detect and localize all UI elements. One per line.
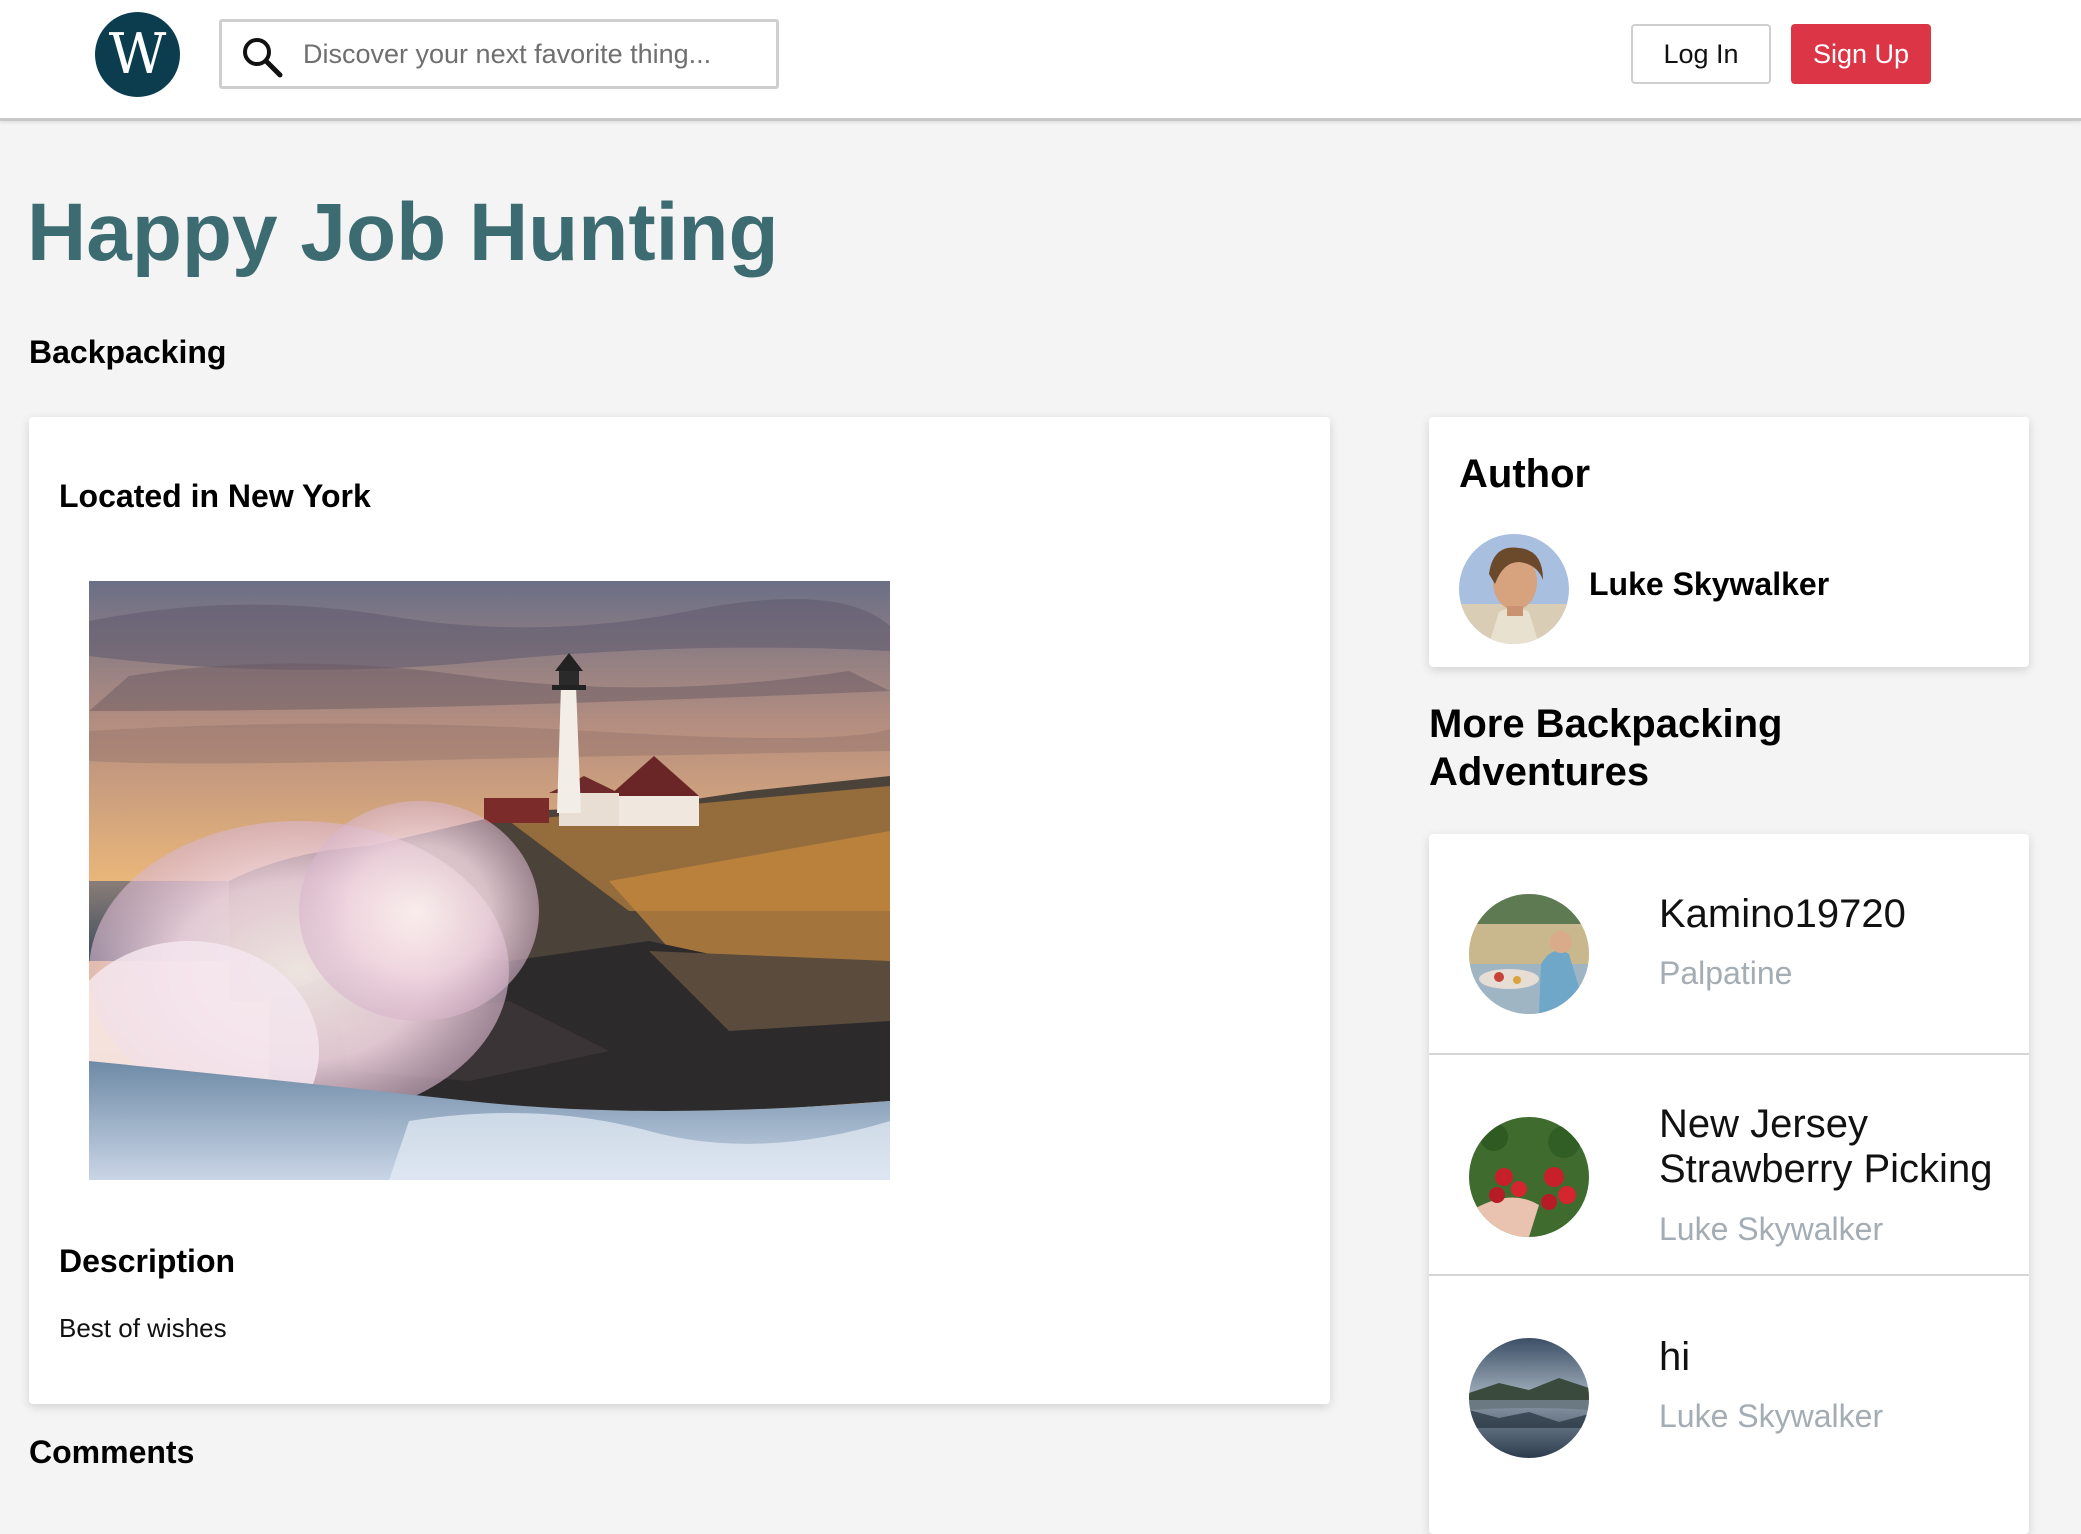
login-button[interactable]: Log In [1631, 24, 1771, 84]
adventure-item[interactable]: Kamino19720 Palpatine [1429, 834, 2029, 1055]
adventure-list: Kamino19720 Palpatine New Jersey Strawbe… [1429, 834, 2029, 1534]
author-name[interactable]: Luke Skywalker [1589, 566, 1829, 602]
signup-button[interactable]: Sign Up [1791, 24, 1931, 84]
adventure-author: Palpatine [1659, 955, 1793, 991]
description-text: Best of wishes [59, 1313, 227, 1343]
adventure-thumbnail [1469, 1338, 1589, 1458]
logo-letter: W [108, 21, 167, 87]
adventure-item[interactable]: New Jersey Strawberry Picking Luke Skywa… [1429, 1055, 2029, 1276]
adventure-title: Kamino19720 [1659, 892, 1906, 936]
author-card: Author Luke Skywalker [1429, 417, 2029, 667]
adventure-author: Luke Skywalker [1659, 1211, 1884, 1247]
avatar-icon [1459, 534, 1569, 644]
adventure-title: hi [1659, 1335, 1691, 1379]
search-bar[interactable] [219, 19, 779, 89]
post-card: Located in New York Description Best of … [29, 417, 1330, 1404]
description-heading: Description [59, 1243, 236, 1279]
picnic-photo-icon [1469, 894, 1589, 1014]
adventure-title: New Jersey Strawberry Picking [1659, 1102, 1993, 1191]
lake-photo-icon [1469, 1338, 1589, 1458]
author-avatar[interactable] [1459, 534, 1569, 644]
comments-heading: Comments [29, 1434, 195, 1470]
location-label: Located in New York [59, 478, 371, 514]
post-image [89, 581, 890, 1180]
lighthouse-photo-icon [89, 581, 890, 1180]
adventure-item[interactable]: hi Luke Skywalker [1429, 1276, 2029, 1497]
adventure-thumbnail [1469, 1117, 1589, 1237]
top-navbar: W Log In Sign Up [0, 0, 2081, 121]
adventure-thumbnail [1469, 894, 1589, 1014]
strawberries-photo-icon [1469, 1117, 1589, 1237]
search-icon [243, 38, 283, 78]
search-input[interactable] [303, 22, 773, 86]
author-heading: Author [1459, 452, 1591, 496]
page-title: Happy Job Hunting [27, 187, 779, 278]
logo[interactable]: W [95, 12, 180, 97]
category-label: Backpacking [29, 334, 227, 370]
adventure-author: Luke Skywalker [1659, 1398, 1884, 1434]
more-adventures-heading: More Backpacking Adventures [1429, 702, 1783, 794]
